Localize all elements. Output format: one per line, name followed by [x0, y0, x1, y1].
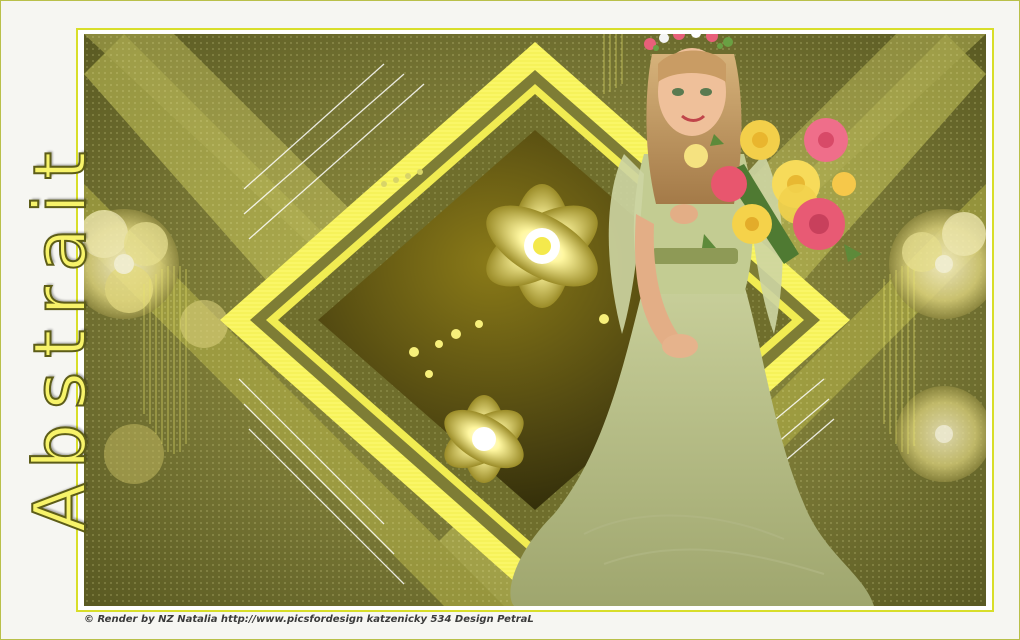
vertical-title: Abstrait: [17, 137, 103, 534]
credit-line: © Render by NZ Natalia http://www.picsfo…: [84, 614, 534, 625]
artwork-canvas: [84, 34, 986, 606]
